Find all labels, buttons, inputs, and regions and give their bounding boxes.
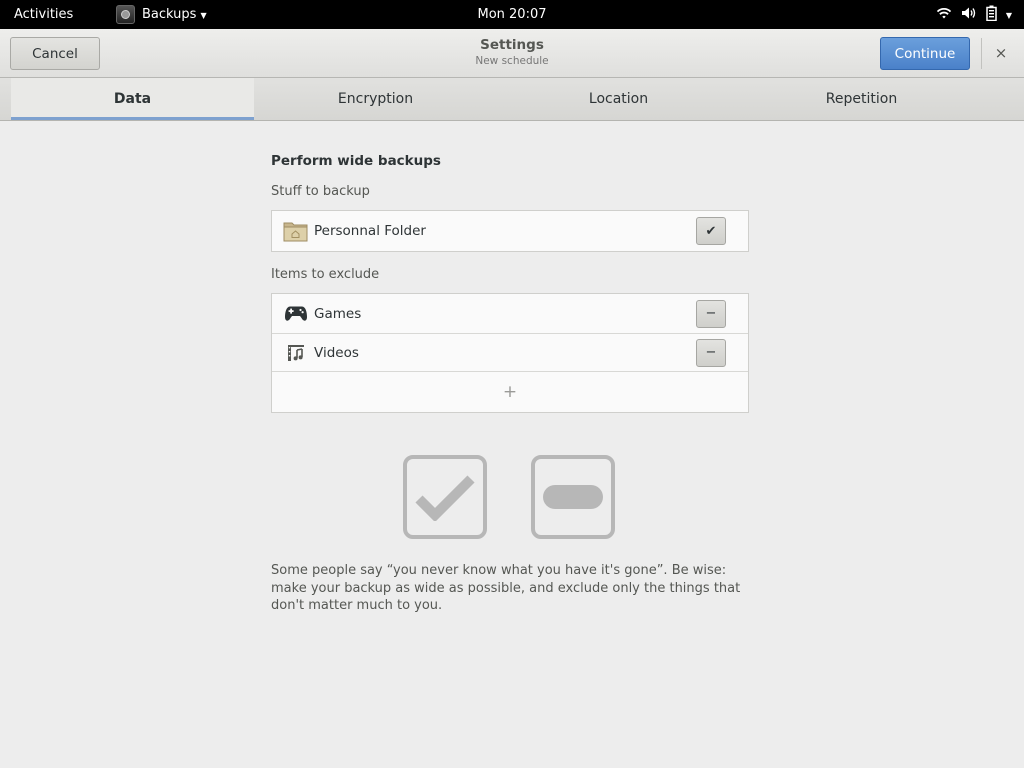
window-subtitle: New schedule [475,55,549,67]
battery-icon[interactable] [986,5,997,25]
tab-encryption[interactable]: Encryption [254,78,497,120]
video-icon [283,341,308,365]
tab-repetition[interactable]: Repetition [740,78,983,120]
top-bar: Activities Backups ▼ Mon 20:07 ▼ [0,0,1024,29]
add-exclusion-button[interactable]: + [272,372,748,412]
volume-icon[interactable] [961,6,977,24]
checkbox-illustration-icon [403,455,487,539]
header-titles: Settings New schedule [0,37,1024,67]
window-title: Settings [480,37,544,53]
included-check-button[interactable]: ✔ [696,217,726,245]
app-menu-label: Backups [142,7,197,22]
home-folder-icon [283,219,308,243]
system-tray[interactable]: ▼ [936,5,1012,25]
list-item[interactable]: Videos − [272,334,748,372]
list-item-label: Games [314,305,362,322]
gamepad-icon [283,302,308,326]
chevron-down-icon[interactable]: ▼ [1006,11,1012,20]
help-text: Some people say “you never know what you… [271,563,741,613]
app-menu[interactable]: Backups ▼ [116,4,207,25]
clock[interactable]: Mon 20:07 [477,7,546,22]
close-icon[interactable]: × [991,44,1011,64]
wifi-icon[interactable] [936,6,952,24]
list-item[interactable]: Personnal Folder ✔ [272,211,748,251]
exclude-illustration-icon [531,455,615,539]
cancel-button[interactable]: Cancel [10,37,100,70]
include-label: Stuff to backup [271,184,370,199]
remove-button[interactable]: − [696,299,726,328]
list-item-label: Videos [314,344,359,361]
chevron-down-icon: ▼ [200,11,207,20]
remove-button[interactable]: − [696,338,726,367]
section-title: Perform wide backups [271,153,441,169]
tab-data[interactable]: Data [11,78,254,120]
activities-button[interactable]: Activities [14,7,73,22]
continue-button[interactable]: Continue [880,37,970,70]
header-bar: Cancel Settings New schedule Continue × [0,29,1024,78]
include-list: Personnal Folder ✔ [271,210,749,252]
list-item[interactable]: Games − [272,294,748,334]
tab-bar: Data Encryption Location Repetition [0,78,1024,121]
list-item-label: Personnal Folder [314,223,426,239]
exclude-label: Items to exclude [271,267,380,282]
exclude-list: Games − Videos − + [271,293,749,413]
tab-location[interactable]: Location [497,78,740,120]
illustration [403,455,615,539]
backups-app-icon [116,5,135,24]
header-separator [981,38,982,69]
